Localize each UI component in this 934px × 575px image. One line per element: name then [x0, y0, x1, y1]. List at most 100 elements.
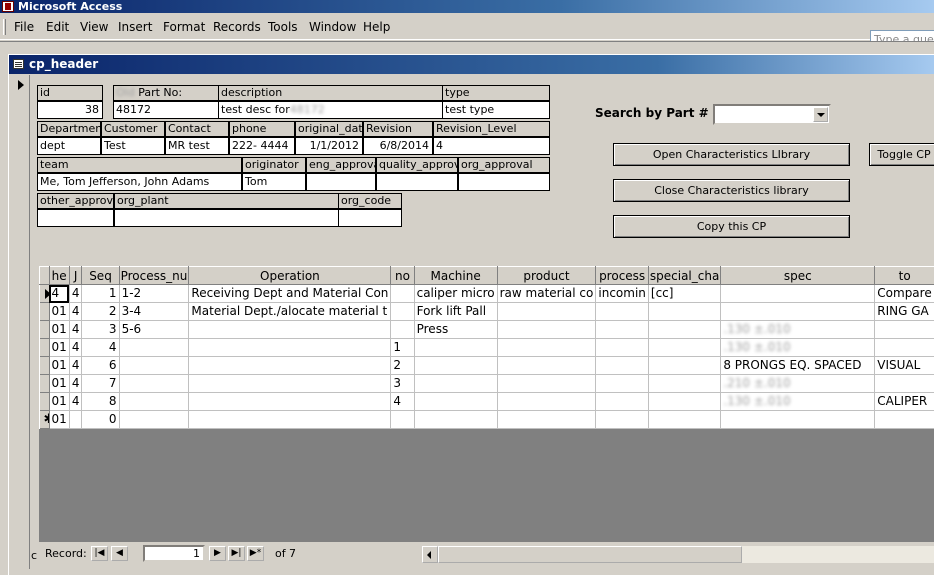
new-cell-j[interactable] [69, 410, 83, 429]
col-header-operation[interactable]: Operation [188, 266, 392, 285]
cell-he[interactable]: 01 [49, 338, 70, 357]
cell-no[interactable]: 1 [390, 338, 415, 357]
cell-operation[interactable] [188, 374, 392, 393]
close-characteristics-library-button[interactable]: Close Characteristics library [613, 179, 850, 202]
row-selector[interactable] [39, 392, 50, 411]
cell-spec[interactable]: .210 ±.010 [720, 374, 876, 393]
record-selector[interactable] [13, 75, 30, 569]
cell-product[interactable] [497, 374, 597, 393]
cell-operation[interactable] [188, 320, 392, 339]
table-row[interactable]: 01 4 7 3 .210 ±.010 [39, 374, 934, 393]
characteristics-datasheet[interactable]: he J Seq Process_nu Operation no Machine… [39, 266, 934, 542]
cell-no[interactable] [390, 302, 415, 321]
cell-seq[interactable]: 4 [81, 338, 120, 357]
org-plant-field[interactable] [114, 209, 339, 227]
new-cell-to[interactable] [874, 410, 934, 429]
team-field[interactable]: Me, Tom Jefferson, John Adams [37, 173, 242, 191]
cell-process[interactable] [595, 320, 649, 339]
menu-format[interactable]: Format [163, 20, 205, 34]
cell-he[interactable]: 01 [49, 356, 70, 375]
cell-to[interactable] [874, 338, 934, 357]
description-field[interactable]: test desc for48172 [218, 101, 443, 119]
cell-machine[interactable]: Fork lift Pall [414, 302, 498, 321]
cell-no[interactable]: 3 [390, 374, 415, 393]
cell-special[interactable] [648, 374, 722, 393]
cell-special[interactable] [648, 356, 722, 375]
new-cell-seq[interactable]: 0 [81, 410, 120, 429]
cell-he[interactable]: 01 [49, 320, 70, 339]
menu-help[interactable]: Help [363, 20, 390, 34]
horizontal-scrollbar[interactable] [422, 546, 934, 563]
cell-machine[interactable] [414, 392, 498, 411]
col-header-product[interactable]: product [496, 266, 597, 285]
first-record-icon[interactable]: |◀ [91, 546, 108, 561]
new-cell-process-nu[interactable] [119, 410, 190, 429]
cell-j[interactable]: 4 [69, 302, 83, 321]
menu-grip[interactable] [3, 19, 6, 35]
cell-to[interactable]: RING GA [874, 302, 934, 321]
cell-spec[interactable]: .130 ±.010 [720, 320, 876, 339]
cell-process-nu[interactable]: 3-4 [119, 302, 190, 321]
cell-spec[interactable]: .130 ±.010 [720, 338, 876, 357]
customer-field[interactable]: Test [101, 137, 165, 155]
open-characteristics-library-button[interactable]: Open Characteristics LIbrary [613, 143, 850, 166]
table-row[interactable]: 01 4 8 4.130 ±.010 CALIPER [39, 392, 934, 411]
cell-special[interactable] [648, 302, 722, 321]
cell-seq[interactable]: 7 [81, 374, 120, 393]
cell-machine[interactable]: caliper micro [414, 284, 498, 303]
table-row[interactable]: 01 4 6 2 8 PRONGS EQ. SPACED VISUAL [39, 356, 934, 375]
current-record-input[interactable]: 1 [143, 545, 205, 562]
cell-seq[interactable]: 8 [81, 392, 120, 411]
col-header-process-nu[interactable]: Process_nu [118, 266, 190, 285]
new-cell-he[interactable]: 01 [49, 410, 70, 429]
cell-operation[interactable] [188, 392, 392, 411]
row-selector[interactable] [39, 338, 50, 357]
cell-to[interactable]: Compare [874, 284, 934, 303]
menu-window[interactable]: Window [309, 20, 356, 34]
cell-product[interactable] [497, 338, 597, 357]
next-record-icon[interactable]: ▶ [209, 546, 226, 561]
cell-spec[interactable] [720, 284, 876, 303]
access-app-icon[interactable] [2, 1, 14, 12]
form-icon[interactable] [13, 59, 24, 69]
search-part-combobox[interactable] [713, 104, 831, 125]
cell-process[interactable] [595, 302, 649, 321]
cell-process[interactable] [595, 374, 649, 393]
revision-field[interactable]: 6/8/2014 [363, 137, 433, 155]
col-header-he[interactable]: he [48, 266, 70, 285]
table-row[interactable]: 4 4 1 1-2 Receiving Dept and Material Con cal… [39, 284, 934, 303]
col-header-to[interactable]: to [874, 266, 934, 285]
col-header-j[interactable]: J [68, 266, 83, 285]
cell-operation[interactable] [188, 338, 392, 357]
table-row[interactable]: 01 4 4 1.130 ±.010 [39, 338, 934, 357]
select-all-corner[interactable] [39, 266, 50, 285]
toggle-cp-button[interactable]: Toggle CP [869, 143, 934, 166]
new-cell-process[interactable] [595, 410, 649, 429]
cell-special[interactable] [648, 392, 722, 411]
scroll-thumb[interactable] [438, 546, 742, 563]
dropdown-arrow-icon[interactable] [813, 107, 828, 122]
cell-j[interactable]: 4 [69, 284, 83, 303]
previous-record-icon[interactable]: ◀ [111, 546, 128, 561]
cell-he[interactable]: 01 [49, 392, 70, 411]
cell-operation[interactable]: Material Dept./alocate material t [188, 302, 392, 321]
cell-product[interactable] [497, 302, 597, 321]
department-field[interactable]: dept [37, 137, 101, 155]
new-cell-spec[interactable] [720, 410, 876, 429]
cell-no[interactable]: 4 [390, 392, 415, 411]
row-selector[interactable] [39, 374, 50, 393]
col-header-spec[interactable]: spec [720, 266, 876, 285]
cell-to[interactable]: VISUAL [874, 356, 934, 375]
cell-process-nu[interactable]: 1-2 [119, 284, 190, 303]
cell-j[interactable]: 4 [69, 374, 83, 393]
eng-approval-field[interactable] [306, 173, 376, 191]
menu-file[interactable]: File [14, 20, 34, 34]
cell-machine[interactable] [414, 374, 498, 393]
cell-no[interactable] [390, 284, 415, 303]
cell-operation[interactable] [188, 356, 392, 375]
new-cell-operation[interactable] [188, 410, 392, 429]
cell-to[interactable] [874, 320, 934, 339]
cell-seq[interactable]: 2 [81, 302, 120, 321]
menu-tools[interactable]: Tools [268, 20, 298, 34]
cell-process[interactable] [595, 356, 649, 375]
